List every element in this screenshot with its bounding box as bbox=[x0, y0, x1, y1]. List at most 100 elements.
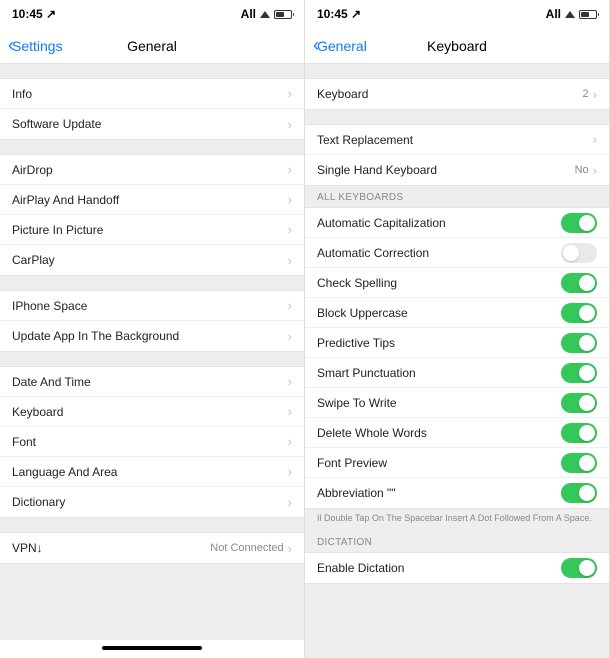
toggle-row: Enable Dictation bbox=[305, 553, 609, 583]
wifi-icon bbox=[260, 11, 270, 18]
settings-row[interactable]: Single Hand KeyboardNo › bbox=[305, 155, 609, 185]
back-label: Settings bbox=[12, 38, 63, 54]
row-label: Smart Punctuation bbox=[317, 366, 561, 380]
toggle-row: Automatic Capitalization bbox=[305, 208, 609, 238]
row-value: Not Connected bbox=[210, 542, 283, 554]
toggle-row: Swipe To Write bbox=[305, 388, 609, 418]
row-label: Picture In Picture bbox=[12, 223, 288, 237]
battery-icon bbox=[579, 10, 597, 19]
row-label: Software Update bbox=[12, 117, 288, 131]
chevron-right-icon: › bbox=[593, 132, 597, 147]
toggle-switch[interactable] bbox=[561, 213, 597, 233]
settings-row[interactable]: Info› bbox=[0, 79, 304, 109]
chevron-right-icon: › bbox=[593, 163, 597, 178]
settings-group: IPhone Space›Update App In The Backgroun… bbox=[0, 290, 304, 352]
settings-group: Automatic Capitalization Automatic Correc… bbox=[305, 207, 609, 509]
row-label: IPhone Space bbox=[12, 299, 288, 313]
status-bar: 10:45 ↗ All bbox=[0, 0, 304, 28]
settings-row[interactable]: IPhone Space› bbox=[0, 291, 304, 321]
chevron-right-icon: › bbox=[288, 404, 292, 419]
toggle-row: Delete Whole Words bbox=[305, 418, 609, 448]
toggle-row: Abbreviation "" bbox=[305, 478, 609, 508]
row-label: Delete Whole Words bbox=[317, 426, 561, 440]
chevron-right-icon: › bbox=[288, 464, 292, 479]
toggle-row: Check Spelling bbox=[305, 268, 609, 298]
status-bar: 10:45 ↗ All bbox=[305, 0, 609, 28]
nav-bar: ‹ General Keyboard bbox=[305, 28, 609, 64]
toggle-switch[interactable] bbox=[561, 333, 597, 353]
row-label: Language And Area bbox=[12, 465, 288, 479]
settings-row[interactable]: Keyboard2 › bbox=[305, 79, 609, 109]
row-label: Single Hand Keyboard bbox=[317, 163, 575, 177]
settings-group: Enable Dictation bbox=[305, 552, 609, 584]
toggle-row: Automatic Correction bbox=[305, 238, 609, 268]
home-indicator[interactable] bbox=[0, 640, 304, 658]
row-label: Predictive Tips bbox=[317, 336, 561, 350]
chevron-right-icon: › bbox=[288, 86, 292, 101]
toggle-row: Predictive Tips bbox=[305, 328, 609, 358]
section-header: ALL KEYBOARDS bbox=[305, 186, 609, 207]
row-value: 2 bbox=[583, 88, 589, 100]
settings-row[interactable]: Date And Time› bbox=[0, 367, 304, 397]
keyboard-settings-screen: 10:45 ↗ All ‹ General Keyboard Keyboard2… bbox=[305, 0, 610, 658]
nav-title: Keyboard bbox=[427, 38, 487, 54]
settings-row[interactable]: Font› bbox=[0, 427, 304, 457]
row-label: Dictionary bbox=[12, 495, 288, 509]
toggle-switch[interactable] bbox=[561, 273, 597, 293]
settings-row[interactable]: Picture In Picture› bbox=[0, 215, 304, 245]
row-label: Block Uppercase bbox=[317, 306, 561, 320]
row-label: Abbreviation "" bbox=[317, 486, 561, 500]
row-label: Enable Dictation bbox=[317, 561, 561, 575]
row-label: Swipe To Write bbox=[317, 396, 561, 410]
settings-row[interactable]: Text Replacement› bbox=[305, 125, 609, 155]
toggle-row: Block Uppercase bbox=[305, 298, 609, 328]
toggle-switch[interactable] bbox=[561, 303, 597, 323]
section-footer: Il Double Tap On The Spacebar Insert A D… bbox=[305, 509, 609, 531]
chevron-right-icon: › bbox=[288, 162, 292, 177]
back-label: General bbox=[317, 38, 367, 54]
toggle-switch[interactable] bbox=[561, 393, 597, 413]
nav-bar: ‹ Settings General bbox=[0, 28, 304, 64]
settings-group: Text Replacement› Single Hand KeyboardNo › bbox=[305, 124, 609, 186]
settings-row[interactable]: Keyboard› bbox=[0, 397, 304, 427]
row-label: Update App In The Background bbox=[12, 329, 288, 343]
chevron-right-icon: › bbox=[593, 87, 597, 102]
chevron-right-icon: › bbox=[288, 374, 292, 389]
back-button[interactable]: ‹ Settings bbox=[8, 35, 63, 56]
toggle-switch[interactable] bbox=[561, 483, 597, 503]
chevron-right-icon: › bbox=[288, 495, 292, 510]
row-label: Keyboard bbox=[12, 405, 288, 419]
toggle-switch[interactable] bbox=[561, 453, 597, 473]
row-label: AirPlay And Handoff bbox=[12, 193, 288, 207]
chevron-right-icon: › bbox=[288, 541, 292, 556]
status-carrier: All bbox=[546, 7, 561, 21]
settings-row[interactable]: VPN↓Not Connected › bbox=[0, 533, 304, 563]
status-time: 10:45 ↗ bbox=[12, 7, 56, 21]
settings-row[interactable]: Update App In The Background› bbox=[0, 321, 304, 351]
toggle-switch[interactable] bbox=[561, 363, 597, 383]
toggle-switch[interactable] bbox=[561, 423, 597, 443]
status-carrier: All bbox=[241, 7, 256, 21]
row-label: Keyboard bbox=[317, 87, 583, 101]
settings-row[interactable]: CarPlay› bbox=[0, 245, 304, 275]
toggle-switch[interactable] bbox=[561, 558, 597, 578]
row-label: Check Spelling bbox=[317, 276, 561, 290]
keyboard-list: Keyboard2›Text Replacement›Single Hand K… bbox=[305, 64, 609, 658]
back-button[interactable]: ‹ General bbox=[313, 35, 367, 56]
settings-group: VPN↓Not Connected › bbox=[0, 532, 304, 564]
settings-row[interactable]: AirDrop› bbox=[0, 155, 304, 185]
settings-row[interactable]: Dictionary› bbox=[0, 487, 304, 517]
chevron-right-icon: › bbox=[288, 329, 292, 344]
row-label: VPN↓ bbox=[12, 541, 210, 555]
toggle-switch[interactable] bbox=[561, 243, 597, 263]
general-settings-screen: 10:45 ↗ All ‹ Settings General Info›Soft… bbox=[0, 0, 305, 658]
row-value: No bbox=[575, 164, 589, 176]
nav-title: General bbox=[127, 38, 177, 54]
settings-group: AirDrop›AirPlay And Handoff›Picture In P… bbox=[0, 154, 304, 276]
settings-row[interactable]: Language And Area› bbox=[0, 457, 304, 487]
settings-group: Date And Time›Keyboard›Font›Language And… bbox=[0, 366, 304, 518]
settings-row[interactable]: Software Update› bbox=[0, 109, 304, 139]
row-label: Automatic Correction bbox=[317, 246, 561, 260]
settings-row[interactable]: AirPlay And Handoff› bbox=[0, 185, 304, 215]
section-header: DICTATION bbox=[305, 531, 609, 552]
